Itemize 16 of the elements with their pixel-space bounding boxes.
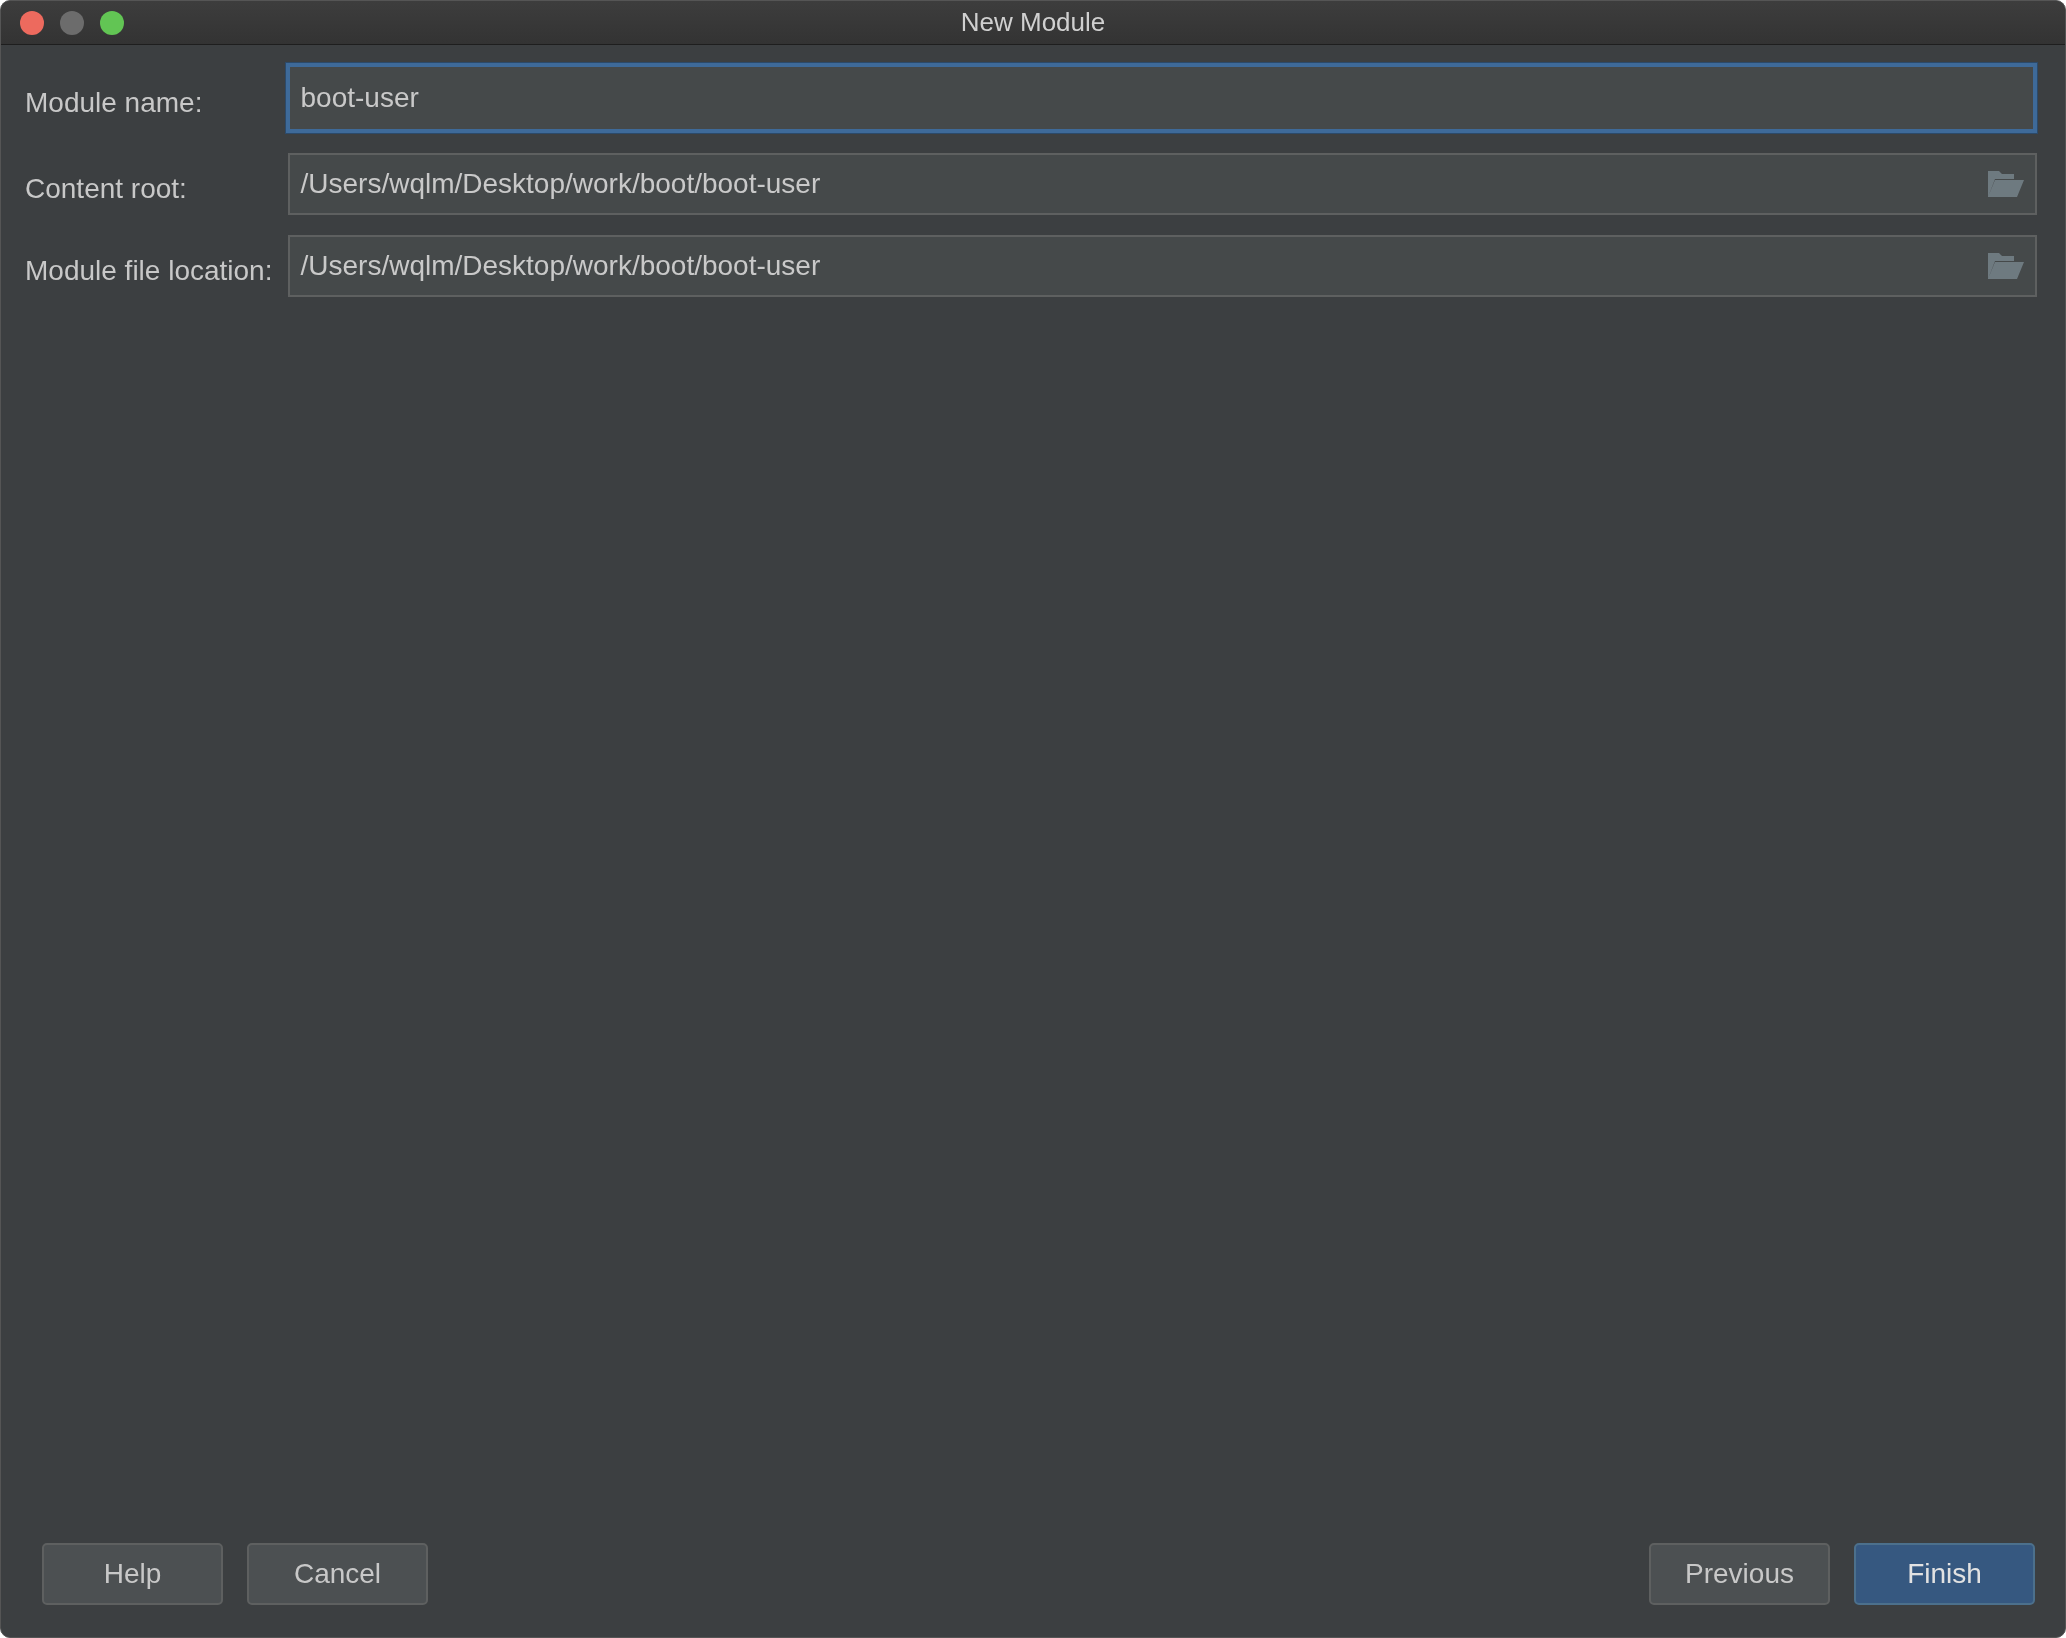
zoom-button[interactable] <box>100 10 124 35</box>
dialog-button[interactable]: Help <box>42 1543 223 1605</box>
folder-icon[interactable] <box>1985 169 2025 199</box>
folder-icon[interactable] <box>1985 251 2025 281</box>
window-title: New Module <box>960 7 1106 37</box>
minimize-button[interactable] <box>60 10 84 35</box>
field-label: Content root: <box>25 172 188 205</box>
dialog-button[interactable]: Cancel <box>247 1543 428 1605</box>
input-field[interactable]: /Users/wqlm/Desktop/work/boot/boot-user <box>288 235 2037 297</box>
close-button[interactable] <box>20 10 44 35</box>
dialog-button[interactable]: Previous <box>1649 1543 1830 1605</box>
field-label: Module name: <box>25 86 204 119</box>
input-field[interactable]: boot-user <box>286 63 2037 133</box>
finish-button[interactable]: Finish <box>1854 1543 2035 1605</box>
input-field[interactable]: /Users/wqlm/Desktop/work/boot/boot-user <box>288 153 2037 215</box>
field-label: Module file location: <box>25 254 273 287</box>
